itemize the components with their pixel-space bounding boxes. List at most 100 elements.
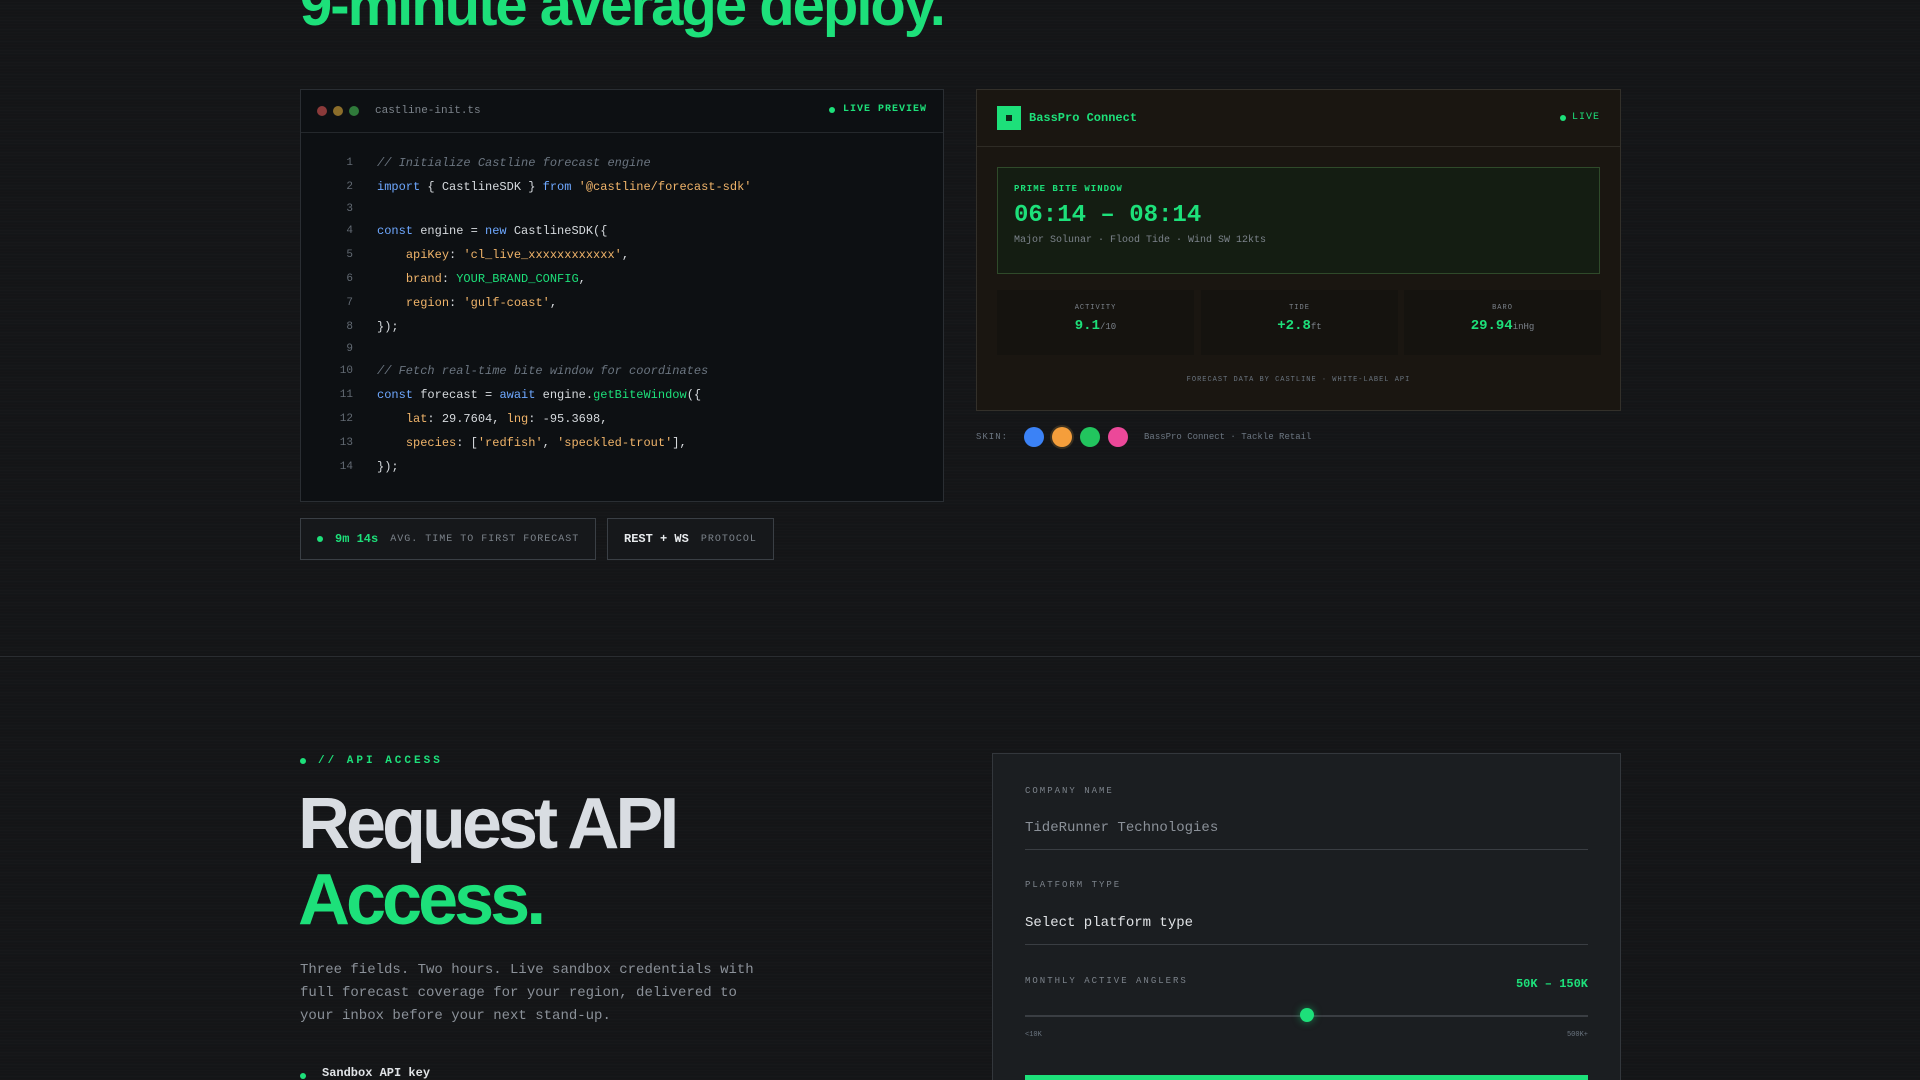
stat-label: AVG. TIME TO FIRST FORECAST xyxy=(390,533,580,545)
metric-label: BARO xyxy=(1492,304,1513,312)
code-token: : [ xyxy=(456,436,478,450)
code-token: species xyxy=(405,436,457,450)
code-token: new xyxy=(485,224,507,238)
code-token: apiKey xyxy=(405,248,450,262)
line-number: 14 xyxy=(339,461,353,473)
metric-baro: BARO 29.94inHg xyxy=(1404,290,1601,355)
code-token: 'redfish' xyxy=(477,436,543,450)
code-token: await xyxy=(499,388,536,402)
code-line: 5 apiKey: 'cl_live_xxxxxxxxxxxx', xyxy=(301,243,943,267)
skin-label: SKIN: xyxy=(976,432,1009,442)
platform-type-select[interactable]: Select platform type xyxy=(1025,901,1588,945)
stat-label: PROTOCOL xyxy=(700,533,757,545)
stat-value: 9m 14s xyxy=(335,532,379,546)
code-token: engine = xyxy=(413,224,486,238)
code-token: lat xyxy=(405,412,428,426)
stat-value: REST + WS xyxy=(624,532,689,546)
line-number: 5 xyxy=(346,249,353,261)
eyebrow-dot-icon xyxy=(300,758,306,764)
metric-unit: inHg xyxy=(1512,322,1535,332)
code-panel-header: castline-init.ts LIVE PREVIEW xyxy=(301,90,943,133)
metric-value: +2.8 xyxy=(1277,318,1311,334)
metric-value: 29.94 xyxy=(1470,318,1513,334)
code-panel: castline-init.ts LIVE PREVIEW 1 // Initia… xyxy=(300,89,944,502)
code-filename: castline-init.ts xyxy=(375,105,481,117)
skin-selector: SKIN: BassPro Connect · Tackle Retail xyxy=(976,427,1311,447)
bite-window-label: PRIME BITE WINDOW xyxy=(1014,184,1123,194)
code-token: const xyxy=(377,388,414,402)
hero-title: 9-minute average deploy. xyxy=(300,0,946,38)
code-token: , xyxy=(549,296,558,310)
api-request-form: COMPANY NAME TideRunner Technologies PLA… xyxy=(992,753,1621,1080)
code-token: : -95.3698, xyxy=(528,412,608,426)
skin-swatch-blue[interactable] xyxy=(1024,427,1045,447)
company-name-input[interactable]: TideRunner Technologies xyxy=(1025,806,1588,850)
code-line: 7 region: 'gulf-coast', xyxy=(301,291,943,315)
skin-swatch-orange[interactable] xyxy=(1052,427,1073,447)
anglers-slider-thumb[interactable] xyxy=(1299,1008,1314,1022)
api-title-line2: Access. xyxy=(298,860,546,940)
metric-unit: /10 xyxy=(1100,322,1117,332)
section-divider xyxy=(0,656,1920,657)
brand-logo-icon xyxy=(997,106,1021,130)
stat-deploy-time: 9m 14s AVG. TIME TO FIRST FORECAST xyxy=(300,518,597,560)
api-eyebrow: // API ACCESS xyxy=(300,755,443,767)
submit-button[interactable] xyxy=(1025,1075,1588,1080)
code-token: 'cl_live_xxxxxxxxxxxx' xyxy=(463,248,622,262)
metric-tide: TIDE +2.8ft xyxy=(1201,290,1398,355)
platform-type-value: Select platform type xyxy=(1025,914,1194,931)
code-line: 10 // Fetch real-time bite window for coo… xyxy=(301,359,943,383)
stat-protocol: REST + WS PROTOCOL xyxy=(607,518,774,560)
skin-swatch-green[interactable] xyxy=(1080,427,1101,447)
line-number: 8 xyxy=(346,321,353,333)
code-token: // Fetch real-time bite window for coord… xyxy=(377,364,709,378)
code-token: , xyxy=(542,436,558,450)
code-token: : xyxy=(449,248,464,262)
widget-brand-name: BassPro Connect xyxy=(1029,111,1138,125)
code-token: const xyxy=(377,224,414,238)
code-line: 13 species: ['redfish', 'speckled-trout'… xyxy=(301,431,943,455)
code-token: : xyxy=(441,272,457,286)
feature-bullet: Sandbox API key xyxy=(300,1066,430,1080)
live-dot-icon xyxy=(828,106,835,113)
code-line: 4 const engine = new CastlineSDK({ xyxy=(301,219,943,243)
code-token: , xyxy=(578,272,586,286)
line-number: 3 xyxy=(346,203,353,215)
platform-type-label: PLATFORM TYPE xyxy=(1025,880,1122,890)
metric-label: ACTIVITY xyxy=(1074,304,1117,312)
monthly-anglers-value: 50K – 150K xyxy=(1515,977,1588,991)
code-token: ], xyxy=(672,436,687,450)
line-number: 7 xyxy=(346,297,353,309)
code-line: 12 lat: 29.7604, lng: -95.3698, xyxy=(301,407,943,431)
metric-activity: ACTIVITY 9.1/10 xyxy=(997,290,1194,355)
anglers-slider-track[interactable] xyxy=(1025,1008,1588,1022)
code-line: 8}); xyxy=(301,315,943,339)
bite-window-time: 06:14 – 08:14 xyxy=(1014,202,1202,229)
code-token: from xyxy=(542,180,572,194)
status-dot-icon xyxy=(317,536,323,542)
code-token: : xyxy=(449,296,464,310)
code-token: , xyxy=(621,248,630,262)
code-line: 9 xyxy=(301,339,943,359)
code-line: 14}); xyxy=(301,455,943,479)
company-name-label: COMPANY NAME xyxy=(1025,786,1114,796)
line-number: 12 xyxy=(339,413,353,425)
skin-swatch-pink[interactable] xyxy=(1108,427,1129,447)
company-name-placeholder: TideRunner Technologies xyxy=(1025,819,1219,836)
metric-label: TIDE xyxy=(1289,304,1310,312)
code-token: YOUR_BRAND_CONFIG xyxy=(456,272,579,286)
widget-live-label: LIVE xyxy=(1571,112,1600,123)
window-minimize-dot xyxy=(333,106,343,116)
code-line: 11 const forecast = await engine.getBiteW… xyxy=(301,383,943,407)
window-maximize-dot xyxy=(349,106,359,116)
code-body: 1// Initialize Castline forecast engine … xyxy=(301,133,943,479)
code-token: '@castline/forecast-sdk' xyxy=(571,180,752,194)
code-token: forecast = xyxy=(413,388,500,402)
code-token: // Initialize Castline forecast engine xyxy=(377,156,651,170)
metric-unit: ft xyxy=(1310,322,1322,332)
code-token: lng xyxy=(506,412,529,426)
bullet-dot-icon xyxy=(300,1073,306,1079)
live-preview-badge: LIVE PREVIEW xyxy=(828,104,927,115)
live-preview-label: LIVE PREVIEW xyxy=(842,104,927,115)
code-token: import xyxy=(377,180,421,194)
